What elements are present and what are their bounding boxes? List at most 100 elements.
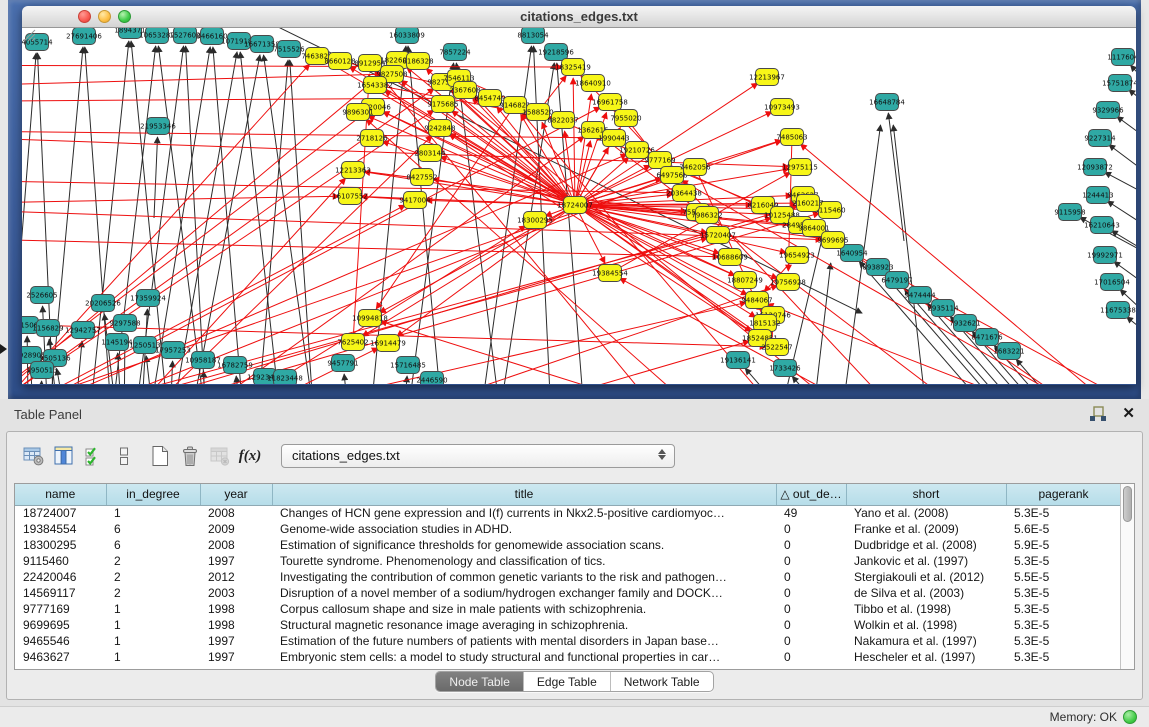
network-node[interactable]: 9297588 [109, 315, 140, 332]
tab-edge-table[interactable]: Edge Table [523, 672, 610, 691]
table-cell[interactable]: 1998 [200, 601, 272, 617]
table-cell[interactable]: 2 [106, 553, 200, 569]
network-node[interactable]: 1733426 [769, 360, 801, 377]
new-column-icon[interactable] [145, 441, 175, 471]
row-selection-icon[interactable] [79, 441, 109, 471]
network-node[interactable]: 2935114 [927, 300, 959, 317]
table-cell[interactable]: Embryonic stem cells: a model to study s… [272, 649, 776, 665]
column-header-short[interactable]: short [846, 484, 1006, 505]
table-cell[interactable]: Wolkin et al. (1998) [846, 617, 1006, 633]
scrollbar-thumb[interactable] [1123, 486, 1132, 522]
table-cell[interactable]: 2009 [200, 521, 272, 537]
network-node[interactable]: 2526605 [26, 287, 57, 304]
network-edge[interactable] [22, 237, 719, 257]
network-node[interactable]: 2446590 [416, 372, 447, 385]
table-cell[interactable]: 0 [776, 633, 846, 649]
table-row[interactable]: 911546021997Tourette syndrome. Phenomeno… [15, 553, 1120, 569]
network-node[interactable]: 2803144 [414, 145, 446, 162]
table-cell[interactable]: Dudbridge et al. (2008) [846, 537, 1006, 553]
table-cell[interactable]: 1997 [200, 553, 272, 569]
table-cell[interactable]: Genome-wide association studies in ADHD. [272, 521, 776, 537]
network-node[interactable]: 9699695 [817, 232, 848, 249]
table-cell[interactable]: 1997 [200, 649, 272, 665]
network-edge[interactable] [154, 137, 158, 218]
network-node[interactable]: 7932621 [949, 315, 980, 332]
table-cell[interactable]: 0 [776, 553, 846, 569]
network-node[interactable]: 9115958 [1054, 204, 1085, 221]
network-node[interactable]: 9474444 [904, 287, 936, 304]
network-node[interactable]: 17016504 [1094, 274, 1130, 291]
network-node[interactable]: 9457791 [327, 355, 358, 372]
network-node[interactable]: 8427552 [406, 169, 437, 186]
table-cell[interactable]: 2003 [200, 585, 272, 601]
network-view[interactable]: 4055714276914061894371106532871527602946… [22, 28, 1136, 384]
table-cell[interactable]: Jankovic et al. (1997) [846, 553, 1006, 569]
table-cell[interactable]: Yano et al. (2008) [846, 505, 1006, 521]
network-node[interactable]: 10688609 [712, 249, 748, 266]
table-cell[interactable]: 9465546 [15, 633, 106, 649]
network-edge[interactable] [1129, 90, 1136, 123]
network-edge[interactable] [240, 52, 283, 384]
network-node[interactable]: 18640910 [575, 75, 611, 92]
table-cell[interactable]: Franke et al. (2009) [846, 521, 1006, 537]
network-node[interactable]: 8186328 [402, 53, 433, 70]
table-cell[interactable]: 1998 [200, 617, 272, 633]
network-window-titlebar[interactable]: citations_edges.txt [22, 6, 1136, 28]
network-node[interactable]: 9329966 [1092, 102, 1124, 119]
column-header-out_de[interactable]: △ out_de… [776, 484, 846, 505]
network-node[interactable]: 7625402 [337, 334, 368, 351]
table-cell[interactable]: 1 [106, 649, 200, 665]
network-node[interactable]: 1145194 [101, 334, 133, 351]
table-cell[interactable]: 9777169 [15, 601, 106, 617]
network-node[interactable]: 9175685 [427, 96, 458, 113]
network-node[interactable]: 9417004 [399, 192, 431, 209]
close-panel-icon[interactable]: ✕ [1122, 406, 1135, 422]
table-cell[interactable]: 9463627 [15, 649, 106, 665]
table-cell[interactable]: 5.5E-5 [1006, 569, 1120, 585]
table-cell[interactable]: 5.6E-5 [1006, 521, 1120, 537]
network-node[interactable]: 11675338 [1100, 302, 1136, 319]
table-cell[interactable]: 5.3E-5 [1006, 633, 1120, 649]
table-cell[interactable]: Structural magnetic resonance image aver… [272, 617, 776, 633]
table-cell[interactable]: 18724007 [15, 505, 106, 521]
table-cell[interactable]: 14569117 [15, 585, 106, 601]
delete-table-icon[interactable] [205, 441, 235, 471]
table-cell[interactable]: 0 [776, 617, 846, 633]
delete-column-icon[interactable] [175, 441, 205, 471]
table-row[interactable]: 977716911998Corpus callosum shape and si… [15, 601, 1120, 617]
network-edge[interactable] [344, 374, 354, 384]
column-header-year[interactable]: year [200, 484, 272, 505]
table-cell[interactable]: 0 [776, 601, 846, 617]
table-cell[interactable]: 9115460 [15, 553, 106, 569]
network-node[interactable]: 16210643 [1084, 217, 1120, 234]
network-canvas-svg[interactable]: 4055714276914061894371106532871527602946… [22, 28, 1136, 384]
table-cell[interactable]: 18300295 [15, 537, 106, 553]
network-node[interactable]: 1244413 [1082, 187, 1113, 204]
table-cell[interactable]: 22420046 [15, 569, 106, 585]
network-node[interactable]: 7462056 [679, 159, 711, 176]
table-cell[interactable]: 2008 [200, 537, 272, 553]
network-node[interactable]: 12213967 [749, 69, 785, 86]
network-node[interactable]: 16782759 [217, 357, 253, 374]
network-edge[interactable] [22, 53, 36, 384]
table-vertical-scrollbar[interactable] [1120, 484, 1134, 669]
network-node[interactable]: 7955020 [610, 110, 641, 127]
table-cell[interactable]: 6 [106, 537, 200, 553]
network-node[interactable]: 1990443 [598, 130, 629, 147]
table-cell[interactable]: 0 [776, 649, 846, 665]
network-edge[interactable] [1127, 317, 1136, 353]
table-cell[interactable]: 5.3E-5 [1006, 649, 1120, 665]
network-node[interactable]: 1683221 [993, 343, 1024, 360]
table-cell[interactable]: 2 [106, 585, 200, 601]
table-settings-icon[interactable] [19, 441, 49, 471]
network-node[interactable]: 9484067 [741, 292, 772, 309]
table-cell[interactable]: 5.3E-5 [1006, 617, 1120, 633]
table-cell[interactable]: 2008 [200, 505, 272, 521]
table-cell[interactable]: 9699695 [15, 617, 106, 633]
table-cell[interactable]: 5.3E-5 [1006, 505, 1120, 521]
table-cell[interactable]: 1 [106, 601, 200, 617]
network-node[interactable]: 15751874 [1102, 75, 1136, 92]
table-row[interactable]: 2242004622012Investigating the contribut… [15, 569, 1120, 585]
network-node[interactable]: 1156829 [32, 320, 63, 337]
network-node[interactable]: 2160217 [792, 195, 823, 212]
